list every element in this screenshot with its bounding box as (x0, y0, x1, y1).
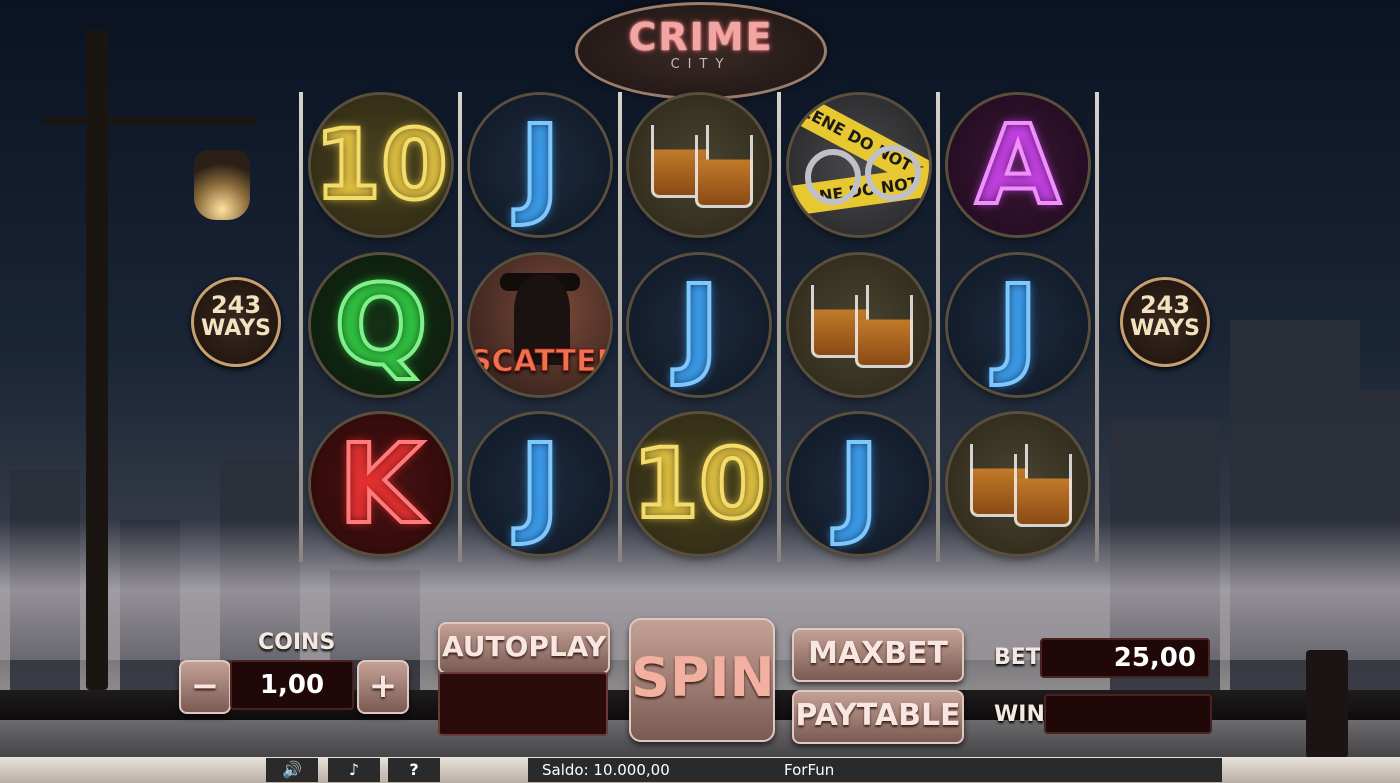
pier-post (1306, 650, 1348, 758)
whisky-glass-icon (1014, 454, 1072, 527)
reel-divider (1095, 92, 1099, 562)
maxbet-button[interactable]: MAXBET (792, 628, 964, 682)
ways-badge-right: 243 WAYS (1120, 277, 1210, 367)
autoplay-panel (438, 672, 608, 736)
reel-symbol-king: K (311, 414, 451, 554)
reel-divider (618, 92, 622, 562)
reel-divider (777, 92, 781, 562)
logo-title: CRIME (628, 15, 774, 59)
increase-coins-button[interactable]: + (357, 660, 409, 714)
balance-text: Saldo: 10.000,00 (542, 761, 670, 779)
reel-symbol-whisky-glasses (789, 255, 929, 395)
music-note-icon[interactable]: ♪ (328, 758, 380, 782)
ways-badge-left: 243 WAYS (191, 277, 281, 367)
reel-symbol-ace: A (948, 95, 1088, 235)
reel-symbol-jack: J (470, 414, 610, 554)
autoplay-button[interactable]: AUTOPLAY (438, 622, 610, 674)
reel-symbol-queen: Q (311, 255, 451, 395)
handcuff-icon (865, 145, 921, 201)
whisky-glass-icon (695, 135, 753, 208)
reel-symbol-whisky-glasses (948, 414, 1088, 554)
reel-symbol-jack: J (629, 255, 769, 395)
reel-divider (936, 92, 940, 562)
logo-subtitle: CITY (670, 57, 732, 72)
status-info: Saldo: 10.000,00 ForFun (528, 758, 1222, 782)
street-lamp-post (86, 30, 108, 690)
bet-label: BET (994, 645, 1041, 670)
bet-value: 25,00 (1040, 638, 1210, 678)
decrease-coins-button[interactable]: − (179, 660, 231, 714)
street-lamp-light (194, 150, 250, 220)
scatter-label: SCATTER (470, 344, 610, 380)
reel-symbol-scatter: SCATTER (470, 255, 610, 395)
reel-symbol-crime-scene-handcuffs: SCENE DO NOT C NE DO NOT (789, 95, 929, 235)
reel-symbol-whisky-glasses (629, 95, 769, 235)
handcuff-icon (805, 149, 861, 205)
mode-text: ForFun (784, 761, 835, 779)
reel-symbol-jack: J (470, 95, 610, 235)
question-mark-icon[interactable]: ? (388, 758, 440, 782)
reel-symbol-ten: 10 (629, 414, 769, 554)
whisky-glass-icon (855, 295, 913, 368)
coins-label: COINS (258, 630, 336, 655)
coins-value: 1,00 (230, 660, 354, 710)
speaker-icon[interactable]: 🔊 (266, 758, 318, 782)
paytable-button[interactable]: PAYTABLE (792, 690, 964, 744)
reel-divider (458, 92, 462, 562)
reel-divider (299, 92, 303, 562)
street-lamp-arm (44, 118, 258, 124)
game-logo: CRIME CITY (575, 2, 827, 100)
spin-button[interactable]: SPIN (629, 618, 775, 742)
win-value (1044, 694, 1212, 734)
reel-symbol-ten: 10 (311, 95, 451, 235)
reel-symbol-jack: J (789, 414, 929, 554)
win-label: WIN (994, 702, 1045, 727)
reel-symbol-jack: J (948, 255, 1088, 395)
